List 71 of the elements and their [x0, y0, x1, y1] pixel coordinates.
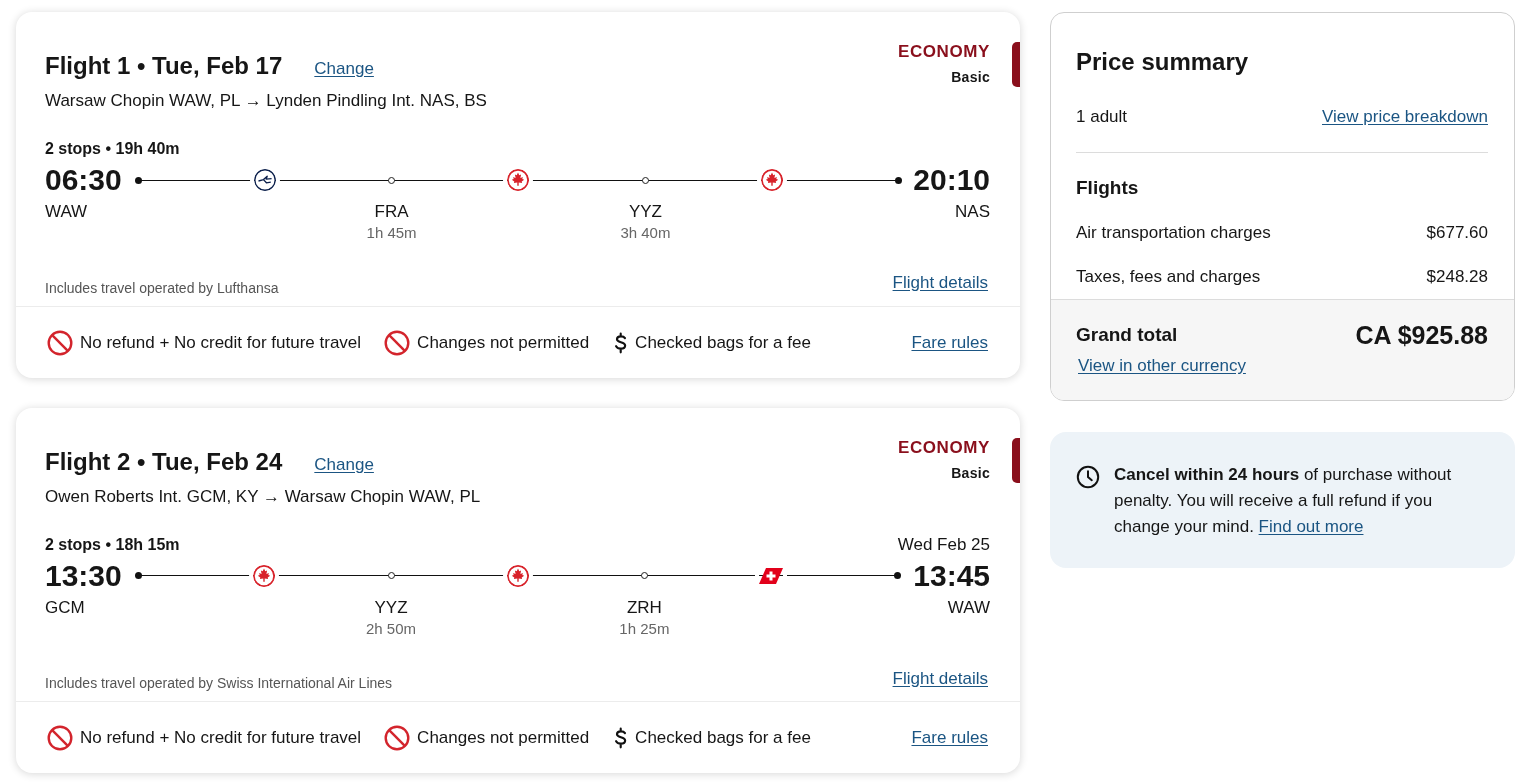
section-heading: Flights: [1076, 175, 1140, 200]
endpoint-dot-icon: [134, 176, 142, 184]
endpoint-dot-icon: [895, 176, 903, 184]
price-summary-title: Price summary: [1076, 47, 1250, 77]
change-link[interactable]: Change: [314, 451, 374, 477]
departure-airport: GCM: [45, 596, 85, 619]
no-entry-icon: [384, 329, 411, 356]
stop-point-icon: [387, 572, 395, 579]
fare-label: Basic: [950, 68, 990, 87]
fare-rules-link[interactable]: Fare rules: [911, 725, 988, 751]
flight-title: Flight 1 • Tue, Feb 17: [45, 51, 283, 81]
trip-summary: 2 stops • 18h 15m: [45, 534, 180, 555]
stop-point-icon: [388, 176, 396, 184]
departure-airport: WAW: [45, 201, 88, 223]
endpoint-dot-icon: [134, 572, 142, 579]
arrival-date: Wed Feb 25: [897, 533, 990, 556]
arrival-airport: WAW: [947, 596, 990, 619]
price-breakdown-link[interactable]: View price breakdown: [1322, 104, 1488, 130]
change-link[interactable]: Change: [314, 56, 374, 82]
flight-details-link[interactable]: Flight details: [892, 665, 988, 691]
charge-label: Air transportation charges: [1076, 221, 1271, 244]
cabin-marker-bar: [1012, 42, 1020, 87]
condition-text: Changes not permitted: [417, 331, 590, 354]
charge-label: Taxes, fees and charges: [1076, 265, 1261, 288]
stop-point-icon: [640, 572, 648, 579]
flight-details-link[interactable]: Flight details: [892, 270, 988, 296]
operator-note: Includes travel operated by Lufthansa: [45, 278, 279, 298]
stop-airport: YYZ: [627, 201, 663, 223]
stop-point-icon: [641, 176, 649, 184]
arrival-time: 13:45: [913, 557, 990, 594]
dollar-icon: [612, 330, 629, 355]
condition-text: No refund + No credit for future travel: [80, 331, 362, 354]
passenger-count: 1 adult: [1076, 105, 1128, 128]
dollar-icon: [612, 726, 629, 750]
operator-note: Includes travel operated by Swiss International Air Lines: [45, 674, 393, 693]
condition-text: No refund + No credit for future travel: [80, 727, 362, 749]
stop-airport: FRA: [373, 201, 410, 223]
no-entry-icon: [384, 725, 411, 751]
route-text: Owen Roberts Int. GCM, KY → Warsaw Chopin WAW, PL: [45, 485, 481, 508]
condition-text: Checked bags for a fee: [635, 727, 811, 749]
notice-text: Cancel within 24 hours of purchase without penalty. You will receive a full refund if you change your mind. Find out more: [1114, 464, 1453, 538]
arrival-airport: NAS: [955, 201, 990, 223]
endpoint-dot-icon: [893, 572, 901, 579]
cabin-label: ECONOMY: [897, 436, 990, 459]
layover-duration: 3h 40m: [620, 223, 671, 243]
arrival-time: 20:10: [913, 162, 990, 198]
clock-icon: [1076, 465, 1100, 489]
trip-summary: 2 stops • 19h 40m: [45, 139, 180, 159]
route-text: Warsaw Chopin WAW, PL → Lynden Pindling Int. NAS, BS: [45, 90, 487, 112]
fare-rules-link[interactable]: Fare rules: [911, 329, 988, 356]
no-entry-icon: [47, 725, 73, 751]
condition-text: Changes not permitted: [417, 727, 590, 749]
grand-total-amount: CA $925.88: [1355, 321, 1488, 348]
find-out-more-link[interactable]: Find out more: [1258, 517, 1364, 536]
cabin-label: ECONOMY: [897, 41, 990, 63]
stop-airport: YYZ: [373, 596, 409, 619]
stop-airport: ZRH: [625, 596, 663, 619]
condition-text: Checked bags for a fee: [635, 331, 811, 354]
charge-amount: $248.28: [1426, 265, 1488, 288]
cabin-marker-bar: [1012, 437, 1020, 483]
flight-title: Flight 2 • Tue, Feb 24: [45, 446, 283, 477]
currency-link[interactable]: View in other currency: [1078, 353, 1246, 378]
layover-duration: 1h 25m: [619, 618, 670, 639]
charge-amount: $677.60: [1426, 221, 1488, 244]
departure-time: 13:30: [45, 557, 122, 594]
no-entry-icon: [47, 329, 73, 356]
layover-duration: 2h 50m: [366, 618, 417, 639]
layover-duration: 1h 45m: [366, 223, 417, 243]
grand-total-label: Grand total: [1076, 322, 1178, 347]
fare-label: Basic: [950, 463, 990, 483]
departure-time: 06:30: [45, 162, 122, 198]
